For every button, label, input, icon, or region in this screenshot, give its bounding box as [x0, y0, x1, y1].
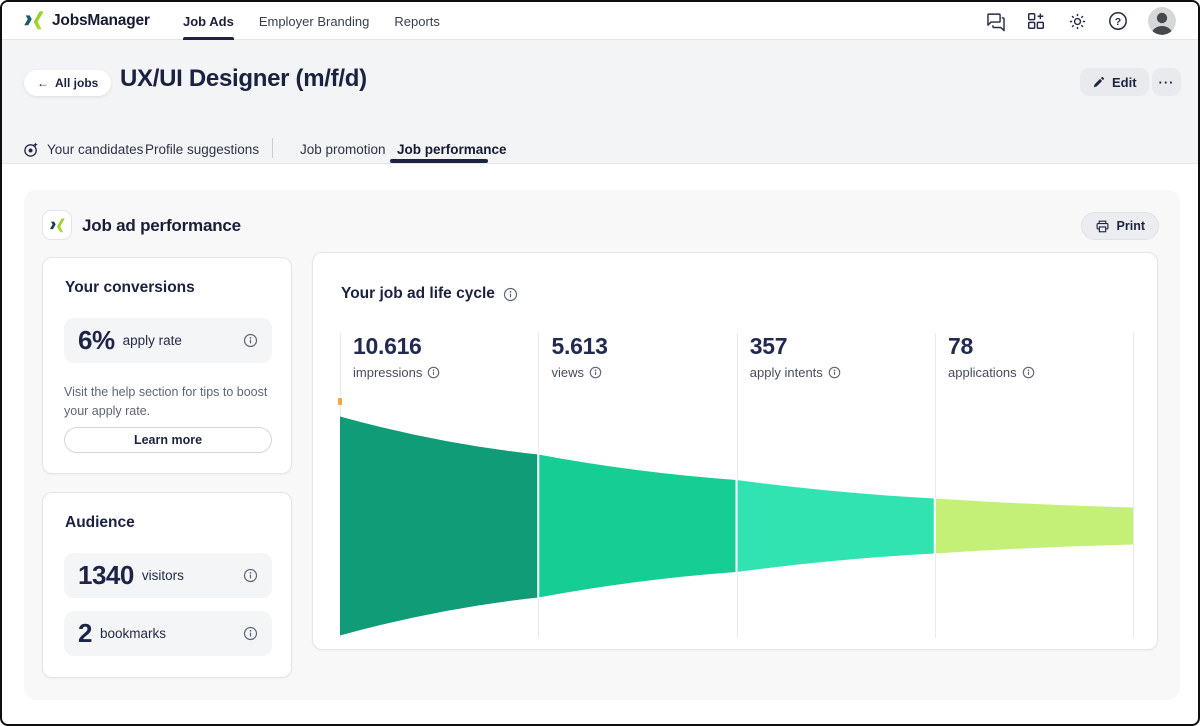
funnel-chart — [340, 416, 1133, 636]
stat-applications: 78 applications — [948, 333, 1128, 380]
funnel-divider — [933, 497, 936, 555]
all-jobs-back-button[interactable]: ← All jobs — [24, 70, 112, 96]
nav-tab-employer-branding[interactable]: Employer Branding — [259, 2, 370, 40]
more-options-button[interactable]: ··· — [1152, 68, 1181, 96]
edit-button[interactable]: Edit — [1080, 68, 1149, 96]
life-cycle-card: Your job ad life cycle 10.616 impression… — [312, 252, 1158, 650]
funnel-segment-applications[interactable] — [934, 498, 1133, 554]
print-button[interactable]: Print — [1080, 212, 1159, 240]
svg-text:?: ? — [1115, 16, 1121, 28]
info-icon[interactable] — [427, 366, 440, 379]
back-arrow-icon: ← — [37, 76, 49, 90]
xing-badge-icon — [42, 210, 72, 240]
top-nav-tabs: Job Ads Employer Branding Reports — [183, 2, 440, 40]
info-icon[interactable] — [589, 366, 602, 379]
audience-card: Audience 1340 visitors 2 bookmarks — [42, 492, 292, 678]
apply-rate-stat: 6% apply rate — [64, 318, 272, 363]
bookmarks-value: 2 — [78, 618, 92, 648]
nav-tab-reports[interactable]: Reports — [394, 2, 440, 40]
brand[interactable]: JobsManager — [23, 11, 150, 30]
help-icon[interactable]: ? — [1107, 10, 1129, 32]
panel-title: Job ad performance — [82, 216, 241, 235]
funnel-segment-apply-intents[interactable] — [736, 480, 935, 572]
subtab-divider — [272, 138, 273, 158]
info-icon[interactable] — [828, 366, 841, 379]
top-navbar: JobsManager Job Ads Employer Branding Re… — [2, 2, 1198, 40]
page-title: UX/UI Designer (m/f/d) — [120, 65, 367, 92]
conversions-card: Your conversions 6% apply rate Visit the… — [42, 257, 292, 474]
brand-name: JobsManager — [52, 11, 150, 29]
bookmarks-label: bookmarks — [99, 626, 166, 641]
xing-logo-icon — [24, 11, 44, 30]
funnel-divider — [735, 479, 738, 573]
apps-plus-icon[interactable] — [1025, 10, 1047, 32]
tab-job-promotion[interactable]: Job promotion — [300, 134, 386, 164]
app-window: JobsManager Job Ads Employer Branding Re… — [0, 0, 1200, 726]
conversions-help-text: Visit the help section for tips to boost… — [64, 385, 268, 419]
visitors-label: visitors — [141, 568, 184, 583]
nav-icon-group: ? — [984, 2, 1176, 40]
stat-views: 5.613 views — [551, 333, 608, 380]
apply-rate-value: 6% — [78, 325, 115, 355]
info-icon[interactable] — [503, 287, 518, 302]
pencil-icon — [1093, 76, 1105, 87]
tab-your-candidates[interactable]: Your candidates — [23, 134, 143, 164]
active-tab-underline — [390, 159, 488, 163]
gridline — [1133, 333, 1134, 638]
funnel-divider — [537, 453, 540, 599]
learn-more-button[interactable]: Learn more — [64, 427, 272, 453]
user-avatar[interactable] — [1148, 7, 1176, 35]
info-icon[interactable] — [1022, 366, 1035, 379]
info-icon[interactable] — [243, 333, 258, 348]
apply-rate-label: apply rate — [122, 333, 182, 348]
stat-apply-intents: 357 apply intents — [750, 333, 930, 380]
target-icon — [24, 141, 38, 157]
audience-title: Audience — [65, 514, 135, 531]
conversions-title: Your conversions — [65, 279, 195, 296]
visitors-stat: 1340 visitors — [64, 553, 272, 598]
tab-profile-suggestions[interactable]: Profile suggestions — [145, 134, 259, 164]
funnel-segment-views[interactable] — [538, 454, 737, 598]
bookmarks-stat: 2 bookmarks — [64, 611, 272, 656]
nav-tab-job-ads[interactable]: Job Ads — [183, 2, 234, 40]
job-header: ← All jobs UX/UI Designer (m/f/d) Edit ·… — [2, 40, 1198, 164]
job-ad-performance-panel: Job ad performance Print Your conversion… — [24, 190, 1180, 700]
stat-impressions: 10.616 impressions — [353, 333, 533, 380]
settings-icon[interactable] — [1066, 10, 1088, 32]
chart-title: Your job ad life cycle — [341, 285, 495, 302]
visitors-value: 1340 — [78, 560, 134, 590]
printer-icon — [1096, 220, 1108, 232]
info-icon[interactable] — [243, 626, 258, 641]
info-icon[interactable] — [243, 568, 258, 583]
funnel-segment-impressions[interactable] — [340, 416, 539, 636]
messages-icon[interactable] — [984, 10, 1006, 32]
